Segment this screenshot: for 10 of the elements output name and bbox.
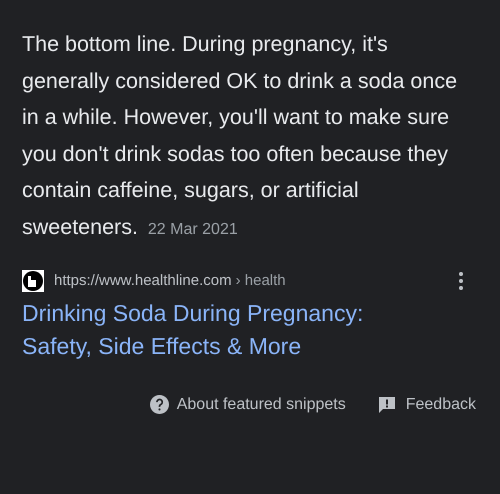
- about-snippets-link[interactable]: About featured snippets: [176, 392, 346, 416]
- source-breadcrumb: › health: [236, 271, 286, 291]
- result-title-link[interactable]: Drinking Soda During Pregnancy: Safety, Side Effects & More: [22, 296, 432, 362]
- feedback-icon: [378, 396, 396, 414]
- favicon-icon: [22, 270, 44, 292]
- feedback-link[interactable]: Feedback: [406, 392, 476, 416]
- snippet-text: The bottom line. During pregnancy, it's generally considered OK to drink a soda once in a while. However, you'll want to make sure you don't drink sodas too often because they contain caffeine, sugars, or artificial sweeteners. 22 Mar 2021: [22, 31, 458, 240]
- source-url[interactable]: https://www.healthline.com: [54, 270, 232, 292]
- help-icon: [150, 395, 169, 414]
- more-options-icon[interactable]: [458, 271, 464, 292]
